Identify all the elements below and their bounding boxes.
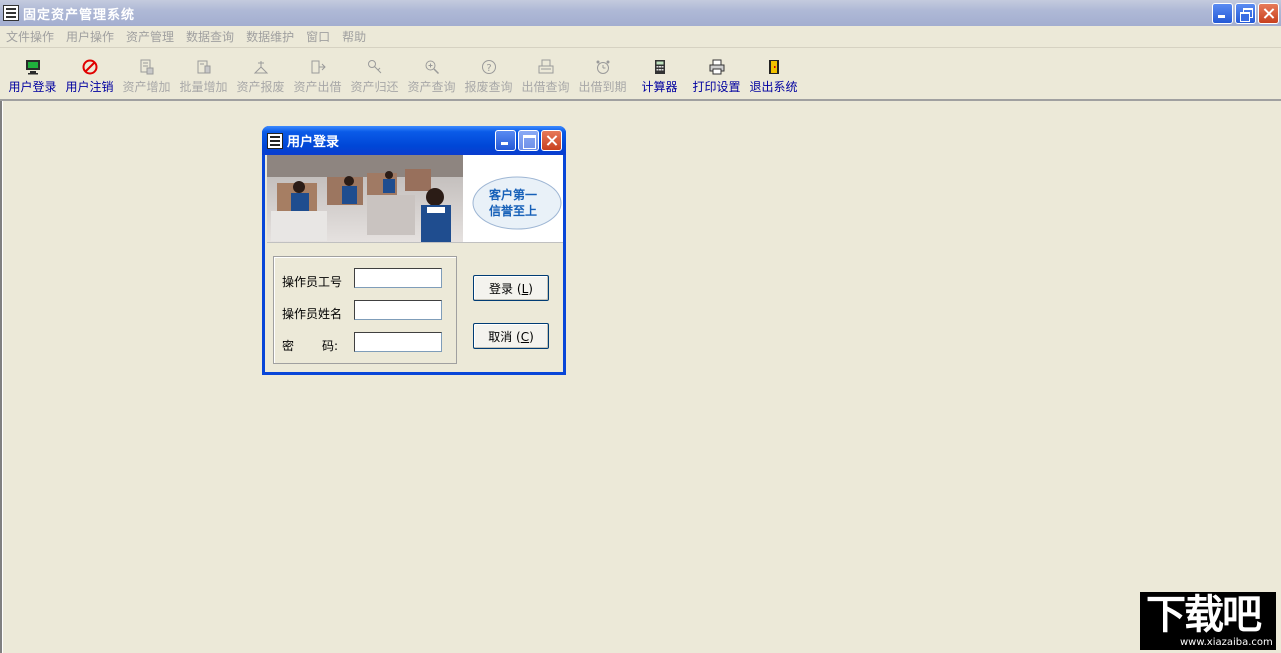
- toolbar-label: 出借查询: [521, 80, 570, 94]
- toolbar-label: 报废查询: [464, 80, 513, 94]
- toolbar-print-setup-button[interactable]: 打印设置: [688, 58, 745, 95]
- password-label: 密 码:: [282, 337, 338, 354]
- toolbar-asset-query-button[interactable]: 资产查询: [403, 58, 460, 95]
- asset-add-icon: [138, 58, 156, 76]
- toolbar-batch-add-button[interactable]: 批量增加: [175, 58, 232, 95]
- dialog-close-button[interactable]: [541, 130, 562, 151]
- magnifier-icon: [423, 58, 441, 76]
- window-controls: [1212, 3, 1279, 24]
- toolbar-lend-query-button[interactable]: 出借查询: [517, 58, 574, 95]
- toolbar-label: 资产归还: [350, 80, 399, 94]
- batch-add-icon: [195, 58, 213, 76]
- close-button[interactable]: [1258, 3, 1279, 24]
- dialog-minimize-button[interactable]: [495, 130, 516, 151]
- menu-maintenance[interactable]: 数据维护: [246, 28, 294, 45]
- toolbar-label: 资产查询: [407, 80, 456, 94]
- toolbar: 用户登录 用户注销 资产增加 批量增加 资产报废 资产出借 资产归还 资产查询 …: [0, 48, 1281, 101]
- cancel-accel-close: ): [529, 329, 534, 344]
- toolbar-label: 用户登录: [8, 80, 57, 94]
- menu-query[interactable]: 数据查询: [186, 28, 234, 45]
- logout-icon: [81, 58, 99, 76]
- toolbar-label: 资产报废: [236, 80, 285, 94]
- watermark-url: www.xiazaiba.com: [1180, 637, 1273, 648]
- exit-door-icon: [765, 58, 783, 76]
- operator-name-input[interactable]: [354, 300, 442, 320]
- toolbar-asset-add-button[interactable]: 资产增加: [118, 58, 175, 95]
- key-icon: [366, 58, 384, 76]
- login-dialog: 用户登录 客户第一 信誉至上 操作员工号 操作员姓名 密 码: 登录 (L) 取…: [262, 126, 566, 375]
- menu-file[interactable]: 文件操作: [6, 28, 54, 45]
- toolbar-calculator-button[interactable]: 计算器: [631, 58, 688, 95]
- toolbar-label: 资产增加: [122, 80, 171, 94]
- app-icon: [267, 132, 283, 149]
- password-label-part-1: 密: [282, 339, 295, 353]
- toolbar-label: 批量增加: [179, 80, 228, 94]
- toolbar-label: 退出系统: [749, 80, 798, 94]
- restore-button[interactable]: [1235, 3, 1256, 24]
- site-watermark-logo: 下载吧 www.xiazaiba.com: [1140, 592, 1276, 650]
- minimize-button[interactable]: [1212, 3, 1233, 24]
- login-form-group: 操作员工号 操作员姓名 密 码:: [273, 256, 457, 364]
- main-title-bar[interactable]: 固定资产管理系统: [0, 0, 1281, 26]
- toolbar-asset-scrap-button[interactable]: 资产报废: [232, 58, 289, 95]
- operator-name-label: 操作员姓名: [282, 307, 343, 321]
- login-dialog-title-bar[interactable]: 用户登录: [262, 126, 566, 155]
- menu-bar: 文件操作 用户操作 资产管理 数据查询 数据维护 窗口 帮助: [0, 26, 1281, 48]
- toolbar-asset-lend-button[interactable]: 资产出借: [289, 58, 346, 95]
- password-input[interactable]: [354, 332, 442, 352]
- dialog-window-controls: [495, 130, 562, 151]
- svg-text:?: ?: [486, 63, 491, 74]
- toolbar-user-logout-button[interactable]: 用户注销: [61, 58, 118, 95]
- toolbar-user-login-button[interactable]: 用户登录: [4, 58, 61, 95]
- toolbar-label: 用户注销: [65, 80, 114, 94]
- menu-user[interactable]: 用户操作: [66, 28, 114, 45]
- monitor-icon: [24, 58, 42, 76]
- mdi-client-edge: [0, 101, 3, 653]
- dialog-maximize-button[interactable]: [518, 130, 539, 151]
- operator-id-input[interactable]: [354, 268, 442, 288]
- toolbar-exit-system-button[interactable]: 退出系统: [745, 58, 802, 95]
- window-title: 固定资产管理系统: [23, 7, 136, 23]
- slogan-line-2: 信誉至上: [489, 204, 538, 218]
- password-label-part-2: 码:: [322, 339, 339, 353]
- slogan-line-1: 客户第一: [489, 188, 538, 202]
- menu-help[interactable]: 帮助: [342, 28, 366, 45]
- toolbar-scrap-query-button[interactable]: ? 报废查询: [460, 58, 517, 95]
- toolbar-label: 资产出借: [293, 80, 342, 94]
- toolbar-label: 打印设置: [692, 80, 741, 94]
- scrap-icon: [252, 58, 270, 76]
- tray-icon: [537, 58, 555, 76]
- printer-icon: [708, 58, 726, 76]
- toolbar-label: 计算器: [641, 80, 678, 94]
- login-button-text: 登录: [489, 281, 514, 296]
- alarm-clock-icon: [594, 58, 612, 76]
- watermark-main-text: 下载吧: [1146, 592, 1262, 638]
- help-icon: ?: [480, 58, 498, 76]
- lend-icon: [309, 58, 327, 76]
- calculator-icon: [651, 58, 669, 76]
- menu-asset[interactable]: 资产管理: [126, 28, 174, 45]
- cancel-button-text: 取消: [488, 329, 513, 344]
- login-banner-image: 客户第一 信誉至上: [267, 155, 563, 243]
- toolbar-lend-due-button[interactable]: 出借到期: [574, 58, 631, 95]
- app-icon: [3, 5, 19, 21]
- menu-window[interactable]: 窗口: [306, 28, 330, 45]
- cancel-accel-key: C: [520, 329, 530, 344]
- login-accel-close: ): [528, 281, 533, 296]
- toolbar-label: 出借到期: [578, 80, 627, 94]
- toolbar-asset-return-button[interactable]: 资产归还: [346, 58, 403, 95]
- login-button[interactable]: 登录 (L): [473, 275, 549, 301]
- login-dialog-title: 用户登录: [287, 135, 340, 150]
- operator-id-label: 操作员工号: [282, 275, 343, 289]
- cancel-button[interactable]: 取消 (C): [473, 323, 549, 349]
